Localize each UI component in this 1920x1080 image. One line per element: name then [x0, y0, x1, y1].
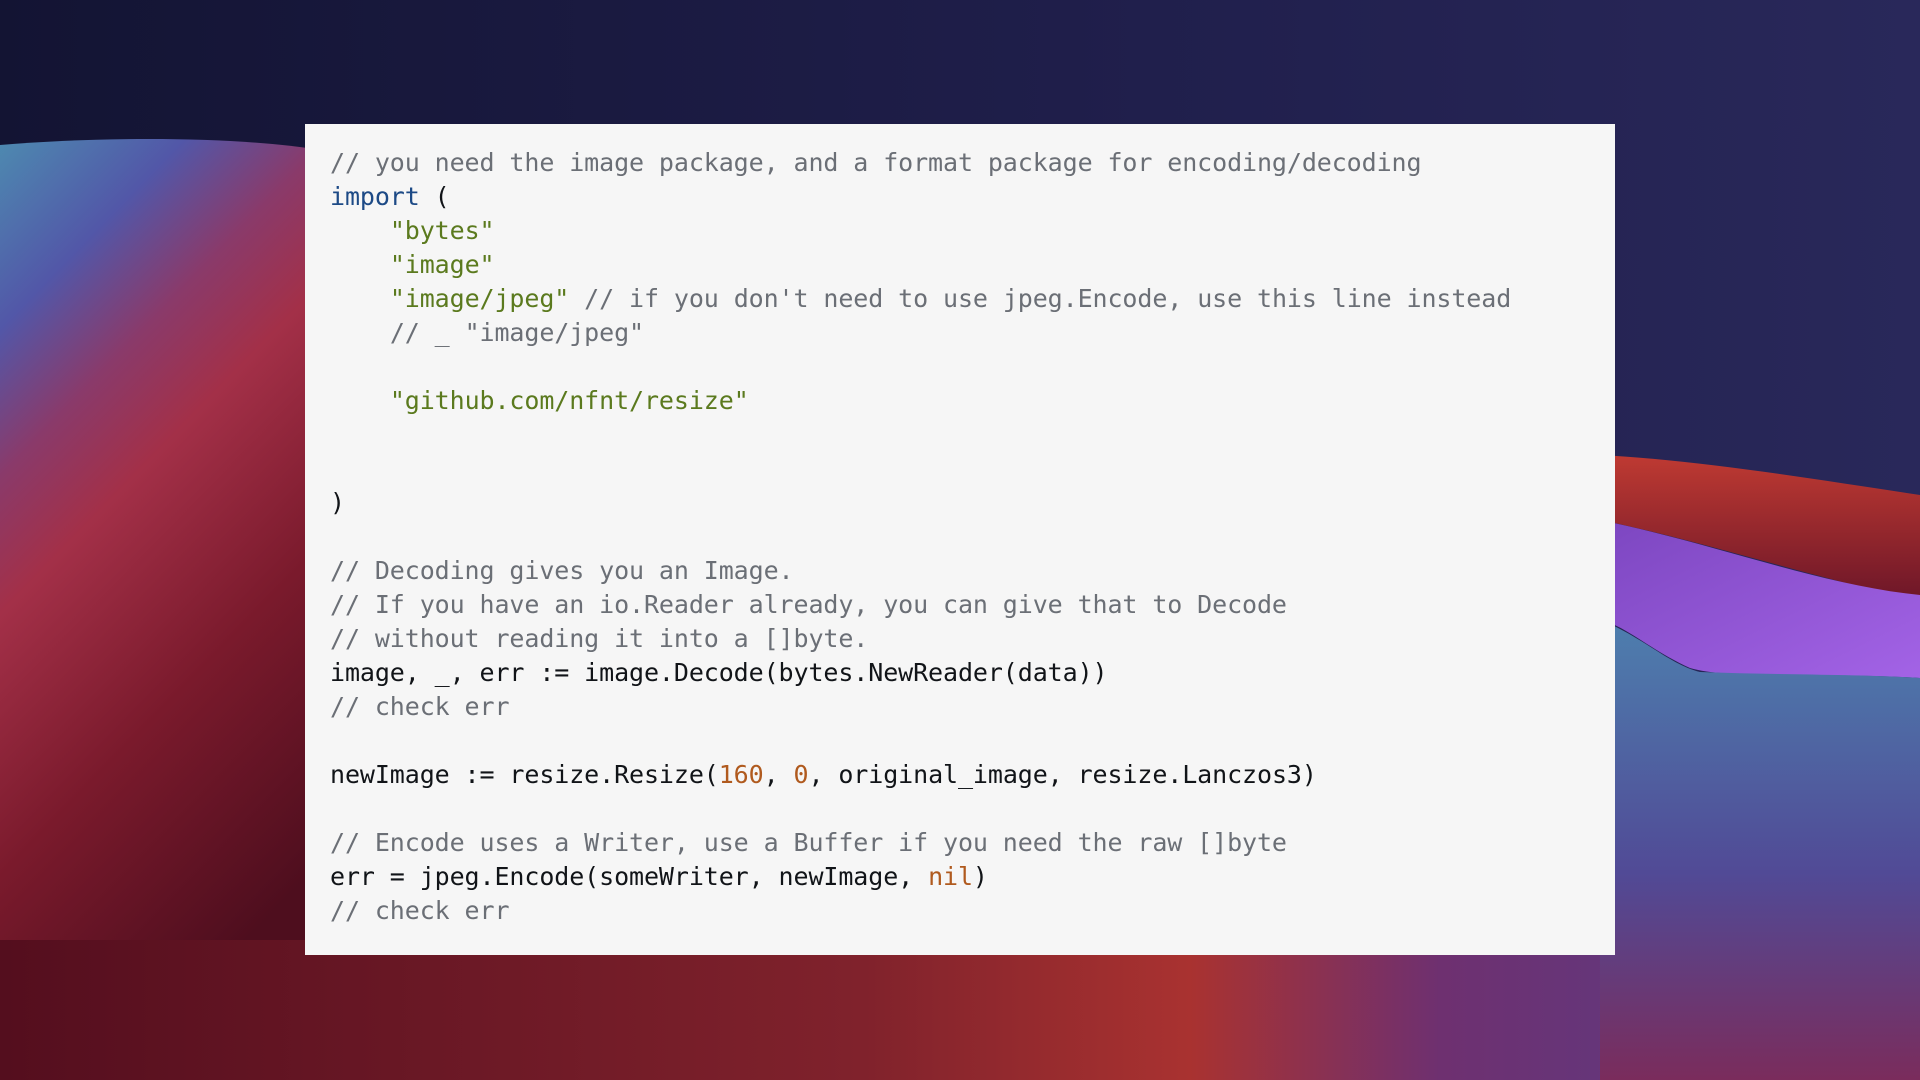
code-text: ): [972, 862, 988, 891]
code-line: // check err: [330, 690, 1615, 724]
code-comment: // check err: [330, 692, 510, 721]
code-line: image, _, err := image.Decode(bytes.NewR…: [330, 656, 1615, 690]
code-text: newImage := resize.Resize(: [330, 760, 719, 789]
code-line: // check err: [330, 894, 1615, 928]
code-literal: 160: [718, 760, 764, 789]
code-comment: // you need the image package, and a for…: [330, 148, 1422, 177]
code-line: "image": [330, 248, 1615, 282]
code-line: import (: [330, 180, 1615, 214]
code-line: // without reading it into a []byte.: [330, 622, 1615, 656]
code-block: // you need the image package, and a for…: [330, 146, 1615, 928]
code-comment: // without reading it into a []byte.: [330, 624, 869, 653]
code-block-panel: // you need the image package, and a for…: [305, 124, 1615, 955]
code-line: "bytes": [330, 214, 1615, 248]
code-text: image, _, err := image.Decode(bytes.NewR…: [330, 658, 1108, 687]
code-comment: // if you don't need to use jpeg.Encode,…: [569, 284, 1512, 313]
code-line: // _ "image/jpeg": [330, 316, 1615, 350]
code-comment: // _ "image/jpeg": [389, 318, 644, 347]
code-literal: nil: [928, 862, 973, 891]
code-text: err = jpeg.Encode(someWriter, newImage,: [330, 862, 929, 891]
code-text: (: [419, 182, 450, 211]
code-text: , original_image, resize.Lanczos3): [808, 760, 1317, 789]
code-line: // If you have an io.Reader already, you…: [330, 588, 1615, 622]
code-comment: // check err: [330, 896, 510, 925]
code-line: // you need the image package, and a for…: [330, 146, 1615, 180]
code-string: "bytes": [389, 216, 495, 245]
code-literal: 0: [793, 760, 809, 789]
code-comment: // If you have an io.Reader already, you…: [330, 590, 1287, 619]
code-line: // Encode uses a Writer, use a Buffer if…: [330, 826, 1615, 860]
code-string: "github.com/nfnt/resize": [389, 386, 749, 415]
code-text: ): [330, 488, 345, 517]
code-line: // Decoding gives you an Image.: [330, 554, 1615, 588]
code-line: ): [330, 486, 1615, 520]
code-text: ,: [763, 760, 794, 789]
code-comment: // Decoding gives you an Image.: [330, 556, 794, 585]
code-string: "image/jpeg": [389, 284, 570, 313]
code-string: "image": [389, 250, 495, 279]
code-line: "github.com/nfnt/resize": [330, 384, 1615, 418]
code-comment: // Encode uses a Writer, use a Buffer if…: [330, 828, 1287, 857]
code-line: "image/jpeg" // if you don't need to use…: [330, 282, 1615, 316]
code-line: newImage := resize.Resize(160, 0, origin…: [330, 758, 1615, 792]
code-line: err = jpeg.Encode(someWriter, newImage, …: [330, 860, 1615, 894]
code-keyword: import: [330, 182, 420, 211]
